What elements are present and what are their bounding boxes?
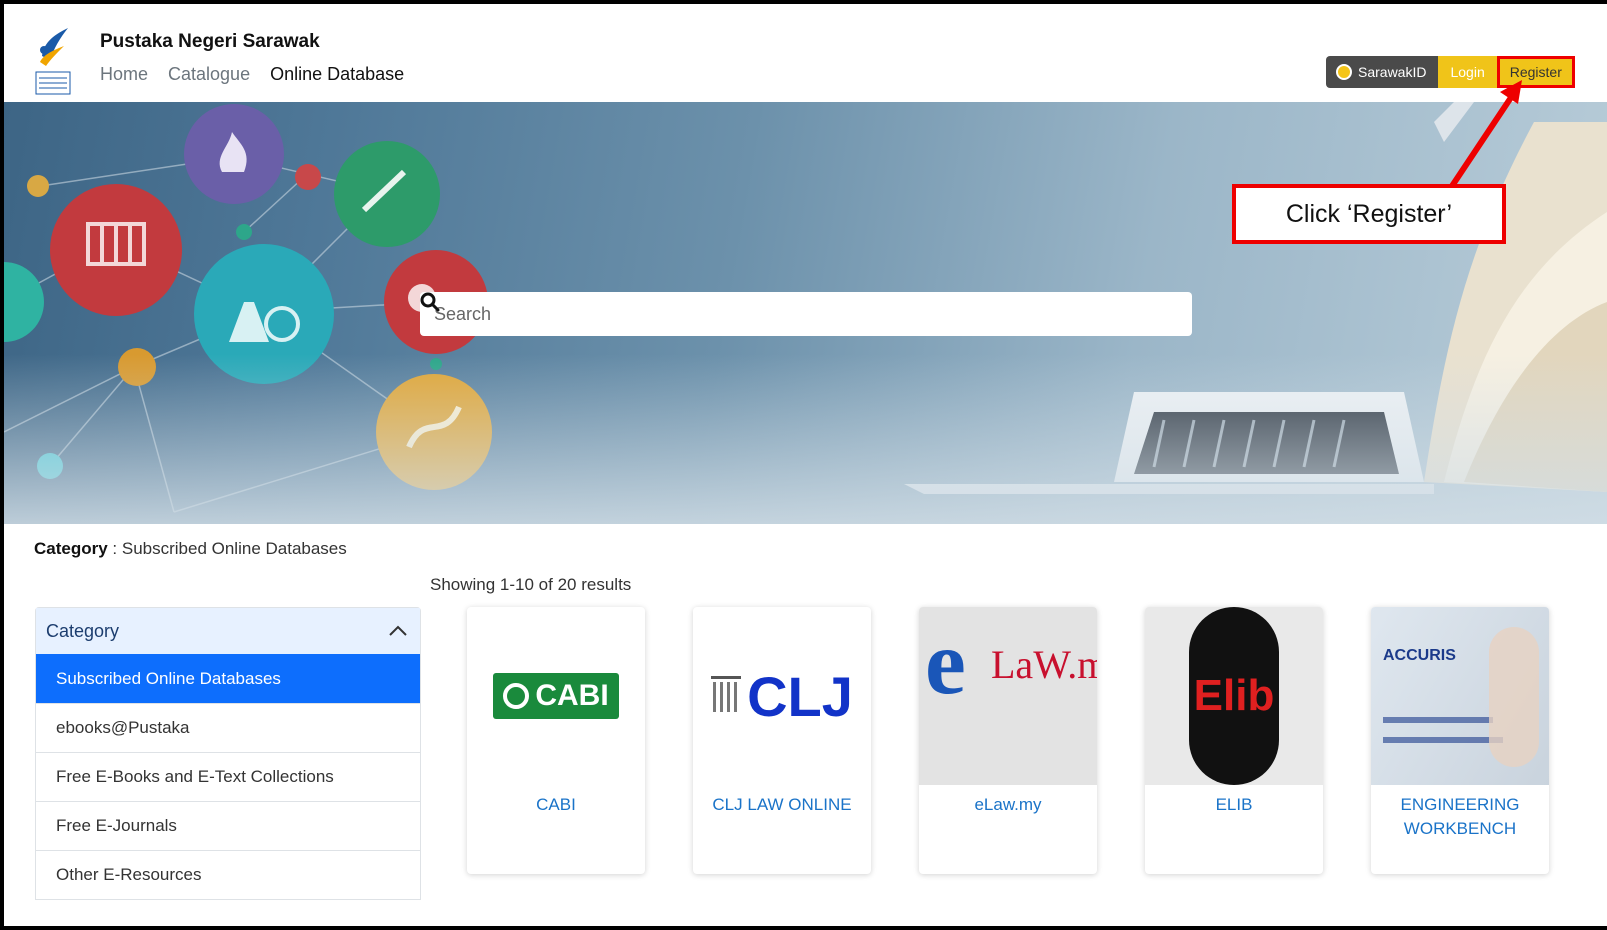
database-card-elib[interactable]: Elib ELIB [1145, 607, 1323, 874]
card-title[interactable]: ENGINEERING WORKBENCH [1371, 793, 1549, 841]
site-name[interactable]: Pustaka Negeri Sarawak [100, 31, 320, 53]
search-input[interactable] [420, 292, 1142, 336]
sidebar-item-free-ebooks[interactable]: Free E-Books and E-Text Collections [36, 752, 420, 801]
category-heading: Category : Subscribed Online Databases [34, 539, 347, 559]
nav-online-database[interactable]: Online Database [270, 64, 404, 85]
database-cards: CABI CABI CLJ CLJ LAW ONLINE e LaW. eLaw… [467, 607, 1549, 874]
elib-logo: Elib [1145, 607, 1323, 785]
nav-catalogue[interactable]: Catalogue [168, 64, 250, 85]
category-heading-label: Category [34, 539, 108, 558]
site-header: Pustaka Negeri Sarawak Home Catalogue On… [4, 4, 1607, 102]
sidebar-item-subscribed-online-databases[interactable]: Subscribed Online Databases [36, 654, 420, 703]
sarawak-id-label: SarawakID [1358, 64, 1427, 80]
cabi-logo-text: CABI [535, 679, 609, 712]
browser-frame: Pustaka Negeri Sarawak Home Catalogue On… [0, 0, 1607, 930]
annotation-callout: Click ‘Register’ [1232, 184, 1506, 244]
nav-home[interactable]: Home [100, 64, 148, 85]
card-title[interactable]: CABI [467, 793, 645, 817]
accuris-logo-text: ACCURIS [1383, 647, 1456, 664]
database-card-elaw[interactable]: e LaW.my eLaw.my [919, 607, 1097, 874]
clj-logo: CLJ [693, 607, 871, 785]
login-button[interactable]: Login [1438, 56, 1497, 88]
category-header-label: Category [46, 620, 120, 641]
search-button[interactable] [420, 292, 1192, 336]
card-title[interactable]: ELIB [1145, 793, 1323, 817]
sidebar-item-ebooks-pustaka[interactable]: ebooks@Pustaka [36, 703, 420, 752]
pustaka-logo[interactable] [34, 26, 72, 96]
sarawak-id-icon [1336, 64, 1352, 80]
database-card-engineering-workbench[interactable]: ACCURIS ENGINEERING WORKBENCH [1371, 607, 1549, 874]
chevron-up-icon [389, 625, 407, 636]
card-title[interactable]: eLaw.my [919, 793, 1097, 817]
category-sidebar: Category Subscribed Online Databases ebo… [35, 607, 421, 900]
category-heading-value: : Subscribed Online Databases [107, 539, 347, 558]
sidebar-item-free-ejournals[interactable]: Free E-Journals [36, 801, 420, 850]
elib-logo-text: Elib [1193, 671, 1275, 720]
card-title[interactable]: CLJ LAW ONLINE [693, 793, 871, 817]
elaw-e-glyph: e [925, 611, 966, 713]
results-count: Showing 1-10 of 20 results [430, 575, 632, 594]
sidebar-item-other-eresources[interactable]: Other E-Resources [36, 850, 420, 899]
hero-banner [4, 102, 1607, 524]
auth-buttons: SarawakID Login Register [1326, 56, 1575, 88]
sarawak-id-button[interactable]: SarawakID [1326, 56, 1439, 88]
clj-pillar-icon [711, 676, 742, 712]
database-card-clj[interactable]: CLJ CLJ LAW ONLINE [693, 607, 871, 874]
elaw-logo-text: LaW.my [991, 642, 1097, 687]
hero-fade [4, 354, 1607, 524]
database-card-cabi[interactable]: CABI CABI [467, 607, 645, 874]
search-icon [420, 292, 440, 312]
register-button[interactable]: Register [1496, 56, 1575, 88]
elaw-logo: e LaW.my [919, 607, 1097, 785]
main-nav: Home Catalogue Online Database [100, 64, 404, 85]
clj-logo-text: CLJ [747, 664, 853, 728]
search-bar [420, 292, 1192, 336]
accuris-logo: ACCURIS [1371, 607, 1549, 785]
cabi-logo: CABI [467, 607, 645, 785]
category-accordion-header[interactable]: Category [36, 608, 420, 654]
